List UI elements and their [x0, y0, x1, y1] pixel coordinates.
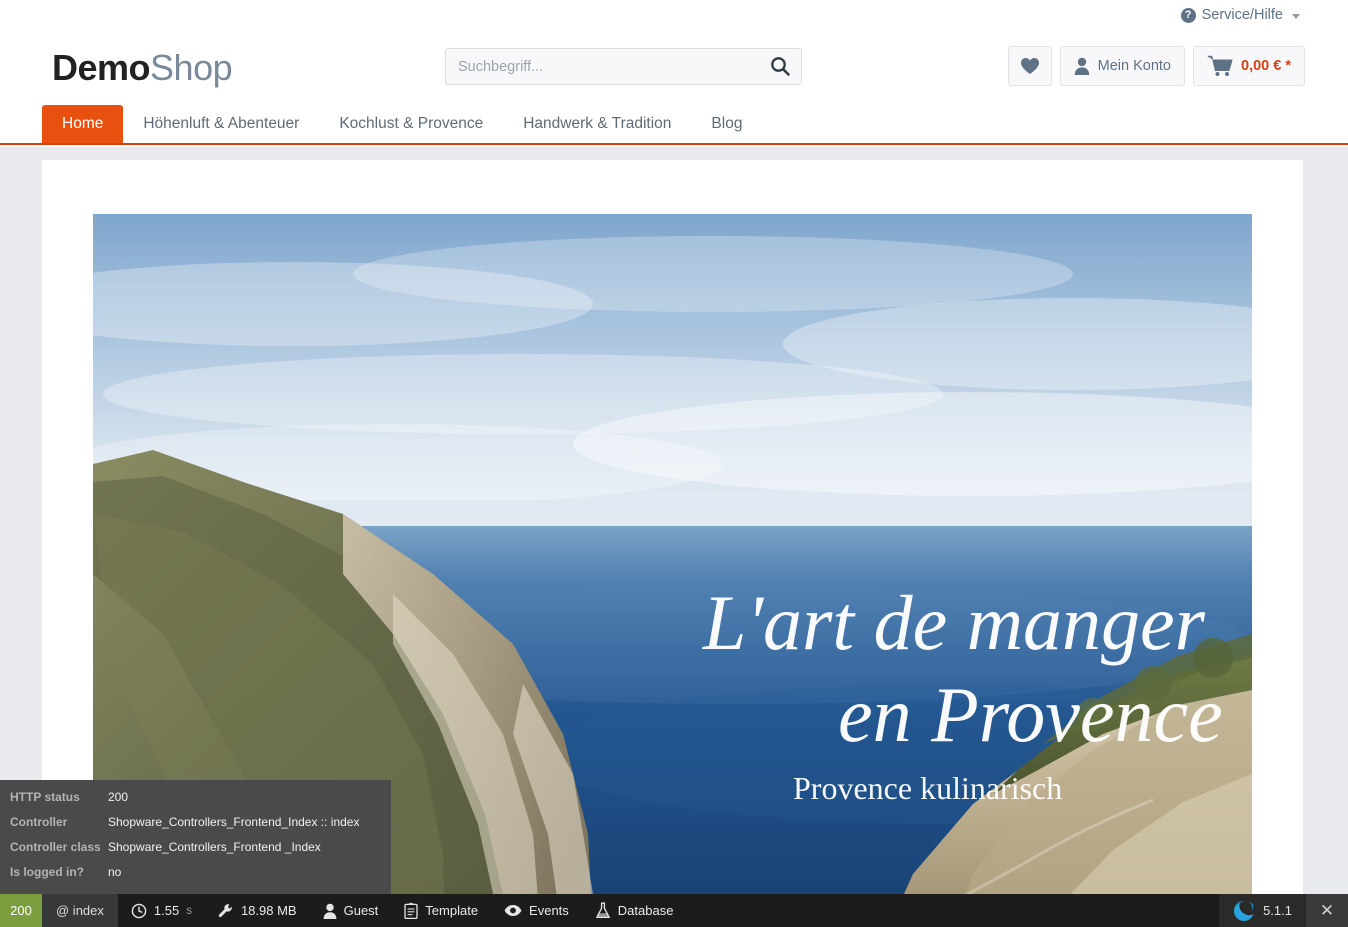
search-submit-button[interactable] — [765, 53, 795, 81]
site-header: DemoShop Mein Kon — [0, 33, 1348, 105]
account-button[interactable]: Mein Konto — [1059, 46, 1185, 86]
header-actions: Mein Konto 0,00 € * — [1007, 46, 1305, 86]
service-help-label: Service/Hilfe — [1201, 7, 1283, 23]
debug-row-value: 200 — [108, 790, 129, 804]
debug-item-memory[interactable]: 18.98 MB — [205, 894, 310, 927]
flask-icon — [595, 902, 611, 919]
debug-item-time[interactable]: 1.55 s — [118, 894, 205, 927]
debug-user-value: Guest — [343, 903, 379, 918]
debug-time-unit: s — [186, 904, 192, 917]
nav-item-home[interactable]: Home — [42, 105, 124, 143]
nav-list: Home Höhenluft & Abenteuer Kochlust & Pr… — [42, 105, 762, 143]
debug-memory-value: 18.98 MB — [240, 903, 297, 918]
debug-row: Controller class Shopware_Controllers_Fr… — [0, 840, 391, 865]
debug-events-label: Events — [529, 903, 569, 918]
user-icon — [323, 903, 337, 919]
debug-row-key: Is logged in? — [10, 865, 84, 879]
nav-item-blog[interactable]: Blog — [691, 105, 762, 143]
debug-row: Is logged in? no — [0, 865, 391, 890]
nav-item-kochlust-provence[interactable]: Kochlust & Provence — [319, 105, 503, 143]
account-label: Mein Konto — [1097, 58, 1171, 74]
main-navigation: Home Höhenluft & Abenteuer Kochlust & Pr… — [0, 105, 1348, 145]
eye-icon — [504, 904, 522, 917]
hero-headline-line2: en Provence — [838, 671, 1223, 758]
chevron-down-icon — [1292, 13, 1300, 19]
debug-database-label: Database — [617, 903, 674, 918]
shopping-cart-icon — [1207, 55, 1233, 76]
debug-item-events[interactable]: Events — [491, 894, 582, 927]
hero-subline: Provence kulinarisch — [793, 770, 1062, 806]
debug-item-database[interactable]: Database — [582, 894, 687, 927]
debug-route-label: @ index — [42, 894, 118, 927]
debug-toolbar-items: 1.55 s 18.98 MB Guest Template Events Da… — [118, 894, 1219, 927]
shopware-version-label: 5.1.1 — [1263, 903, 1292, 918]
debug-row: HTTP status 200 — [0, 790, 391, 815]
debug-item-template[interactable]: Template — [391, 894, 491, 927]
clock-icon — [131, 903, 147, 919]
wishlist-button[interactable] — [1007, 46, 1052, 86]
logo-text-light: Shop — [150, 47, 233, 88]
debug-item-user[interactable]: Guest — [310, 894, 392, 927]
nav-label: Blog — [711, 115, 743, 132]
nav-label: Kochlust & Provence — [339, 115, 484, 132]
shop-logo[interactable]: DemoShop — [52, 47, 233, 89]
heart-icon — [1020, 58, 1039, 74]
debug-status-code: 200 — [10, 903, 32, 918]
search-box — [445, 48, 802, 85]
cart-button[interactable]: 0,00 € * — [1193, 46, 1305, 86]
top-bar: ? Service/Hilfe — [0, 0, 1348, 33]
question-circle-icon: ? — [1180, 7, 1196, 23]
hero-headline-line1: L'art de manger — [702, 579, 1206, 666]
nav-label: Handwerk & Tradition — [523, 115, 672, 132]
logo-text-bold: Demo — [52, 47, 151, 88]
clipboard-icon — [404, 902, 418, 919]
service-help-link[interactable]: ? Service/Hilfe — [1180, 7, 1300, 23]
debug-http-status-badge[interactable]: 200 — [0, 894, 42, 927]
debug-toolbar: 200 @ index 1.55 s 18.98 MB Guest Templa… — [0, 894, 1348, 927]
nav-label: Höhenluft & Abenteuer — [143, 115, 300, 132]
user-icon — [1074, 57, 1089, 75]
close-icon[interactable]: ✕ — [1306, 894, 1348, 927]
debug-template-label: Template — [425, 903, 479, 918]
nav-item-hoehenluft-abenteuer[interactable]: Höhenluft & Abenteuer — [123, 105, 319, 143]
search-input[interactable] — [458, 49, 758, 84]
debug-time-value: 1.55 — [153, 903, 180, 918]
wrench-icon — [218, 903, 234, 919]
browser-page: ? Service/Hilfe DemoShop Suchbegriff... … — [0, 0, 1348, 927]
debug-row-value: Shopware_Controllers_Frontend_Index :: i… — [108, 815, 360, 829]
debug-row: Controller Shopware_Controllers_Frontend… — [0, 815, 391, 840]
shopware-logo-icon — [1233, 900, 1255, 922]
debug-row-key: Controller — [10, 815, 68, 829]
debug-route-text: @ index — [56, 903, 104, 918]
cart-amount: 0,00 € * — [1241, 58, 1291, 74]
debug-info-panel: HTTP status 200 Controller Shopware_Cont… — [0, 780, 391, 895]
search-icon — [771, 56, 790, 76]
debug-row-value: no — [108, 865, 122, 879]
debug-row-key: HTTP status — [10, 790, 80, 804]
nav-item-handwerk-tradition[interactable]: Handwerk & Tradition — [503, 105, 691, 143]
debug-row-key: Controller class — [10, 840, 101, 854]
debug-toolbar-right: 5.1.1 ✕ — [1219, 894, 1348, 927]
debug-row-value: Shopware_Controllers_Frontend _Index — [108, 840, 321, 854]
shopware-version[interactable]: 5.1.1 — [1219, 894, 1306, 927]
nav-label: Home — [62, 115, 104, 132]
